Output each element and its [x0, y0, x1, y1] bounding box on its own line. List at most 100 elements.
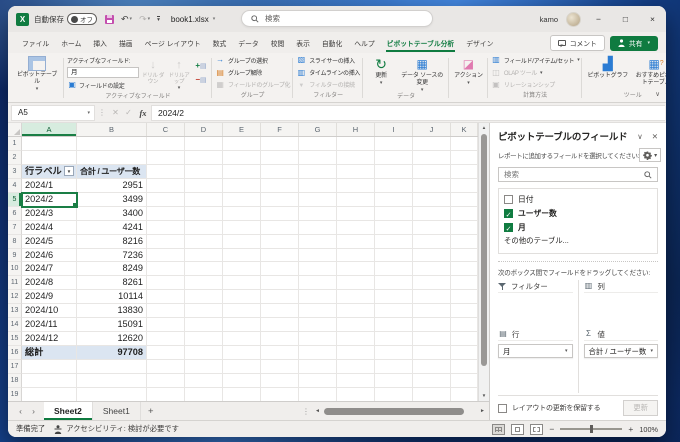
add-sheet-button[interactable]: +: [141, 406, 161, 417]
cell[interactable]: [451, 179, 478, 193]
cell[interactable]: [299, 193, 337, 207]
scroll-right-icon[interactable]: ►: [480, 408, 485, 414]
cell[interactable]: [261, 346, 299, 360]
cell[interactable]: [375, 151, 413, 165]
cell[interactable]: [451, 207, 478, 221]
col-header[interactable]: F: [261, 123, 299, 136]
cell[interactable]: [413, 360, 451, 374]
pivot-chart-button[interactable]: ピボットグラフ: [585, 54, 630, 91]
cell[interactable]: [185, 276, 223, 290]
cell[interactable]: [299, 374, 337, 388]
autosave-toggle[interactable]: オフ: [67, 13, 97, 25]
minimize-button[interactable]: −: [589, 14, 608, 24]
cell[interactable]: [299, 332, 337, 346]
cell[interactable]: 10114: [77, 290, 147, 304]
cell[interactable]: [337, 262, 375, 276]
cell[interactable]: [337, 290, 375, 304]
sheet-next-icon[interactable]: ›: [27, 406, 40, 416]
cell[interactable]: [147, 290, 185, 304]
cell[interactable]: [261, 262, 299, 276]
tools-button[interactable]: ▾: [639, 148, 661, 162]
cell[interactable]: [261, 304, 299, 318]
cell[interactable]: [223, 374, 261, 388]
col-header[interactable]: I: [375, 123, 413, 136]
row-header[interactable]: 7: [8, 221, 22, 235]
cell[interactable]: [22, 151, 77, 165]
cell[interactable]: [413, 276, 451, 290]
cell[interactable]: [261, 151, 299, 165]
cell[interactable]: 2024/4: [22, 221, 77, 235]
checked-checkbox-icon[interactable]: [504, 223, 513, 232]
cell[interactable]: [223, 249, 261, 263]
ribbon-tab[interactable]: 数式: [207, 34, 233, 53]
recommended-pivot-button[interactable]: おすすめピボットテーブル: [632, 54, 666, 91]
cell[interactable]: [147, 151, 185, 165]
cell[interactable]: [223, 193, 261, 207]
cell[interactable]: [413, 290, 451, 304]
ribbon-tab[interactable]: 表示: [290, 34, 316, 53]
cell[interactable]: [223, 346, 261, 360]
cell[interactable]: [261, 249, 299, 263]
panel-close-icon[interactable]: ✕: [652, 132, 658, 141]
cell[interactable]: [147, 262, 185, 276]
cell[interactable]: [299, 304, 337, 318]
cell[interactable]: [299, 388, 337, 401]
row-header[interactable]: 3: [8, 165, 22, 179]
cell[interactable]: [223, 151, 261, 165]
cell[interactable]: [413, 179, 451, 193]
cell[interactable]: [147, 388, 185, 401]
pivot-table-button[interactable]: ピボットテーブル▾: [13, 54, 61, 91]
cell[interactable]: [337, 249, 375, 263]
cell[interactable]: [22, 137, 77, 151]
cell[interactable]: [337, 360, 375, 374]
fields-search-input[interactable]: [504, 170, 644, 179]
cell[interactable]: [299, 360, 337, 374]
slicer-button[interactable]: スライサーの挿入: [296, 54, 360, 66]
cell[interactable]: [375, 388, 413, 401]
cell[interactable]: [337, 221, 375, 235]
cell[interactable]: [22, 360, 77, 374]
row-header[interactable]: 8: [8, 235, 22, 249]
area-columns-box[interactable]: [584, 293, 659, 323]
cell[interactable]: 4241: [77, 221, 147, 235]
cell[interactable]: [185, 221, 223, 235]
ungroup-button[interactable]: グループ解除: [215, 67, 290, 79]
select-all-corner[interactable]: [8, 123, 22, 136]
cell[interactable]: [77, 374, 147, 388]
cell[interactable]: [223, 276, 261, 290]
cell[interactable]: [223, 262, 261, 276]
cell[interactable]: [375, 262, 413, 276]
row-header[interactable]: 5: [8, 193, 22, 207]
scroll-left-icon[interactable]: ◄: [315, 408, 320, 414]
field-chip[interactable]: 合計 / ユーザー数▾: [584, 344, 659, 358]
cell[interactable]: [451, 193, 478, 207]
zoom-level[interactable]: 100%: [639, 425, 658, 434]
field-item[interactable]: 月: [504, 220, 652, 234]
cell[interactable]: [223, 304, 261, 318]
horizontal-scrollbar[interactable]: ◄ ►: [313, 402, 489, 420]
cell[interactable]: [299, 207, 337, 221]
cell[interactable]: [451, 276, 478, 290]
cell[interactable]: [185, 207, 223, 221]
cell[interactable]: 2024/5: [22, 235, 77, 249]
col-header[interactable]: A: [22, 123, 77, 136]
ribbon-tab[interactable]: 校閲: [265, 34, 291, 53]
zoom-out-button[interactable]: −: [549, 424, 554, 434]
sheet-tab[interactable]: Sheet2: [44, 402, 93, 420]
cell[interactable]: [451, 346, 478, 360]
cell[interactable]: [375, 374, 413, 388]
formula-input[interactable]: 2024/2: [151, 105, 665, 121]
cell[interactable]: [223, 179, 261, 193]
insert-function-icon[interactable]: fx: [135, 108, 151, 118]
cell[interactable]: 2024/8: [22, 276, 77, 290]
ribbon-tab[interactable]: ヘルプ: [348, 34, 380, 53]
cell[interactable]: [77, 360, 147, 374]
more-tables-link[interactable]: その他のテーブル...: [504, 234, 652, 247]
cell[interactable]: [185, 193, 223, 207]
ribbon-tab[interactable]: ホーム: [55, 34, 87, 53]
cell[interactable]: [147, 221, 185, 235]
cell[interactable]: [375, 360, 413, 374]
scroll-down-icon[interactable]: ▼: [479, 391, 489, 401]
document-title[interactable]: book1.xlsx ▾: [171, 15, 215, 24]
cell[interactable]: [451, 249, 478, 263]
